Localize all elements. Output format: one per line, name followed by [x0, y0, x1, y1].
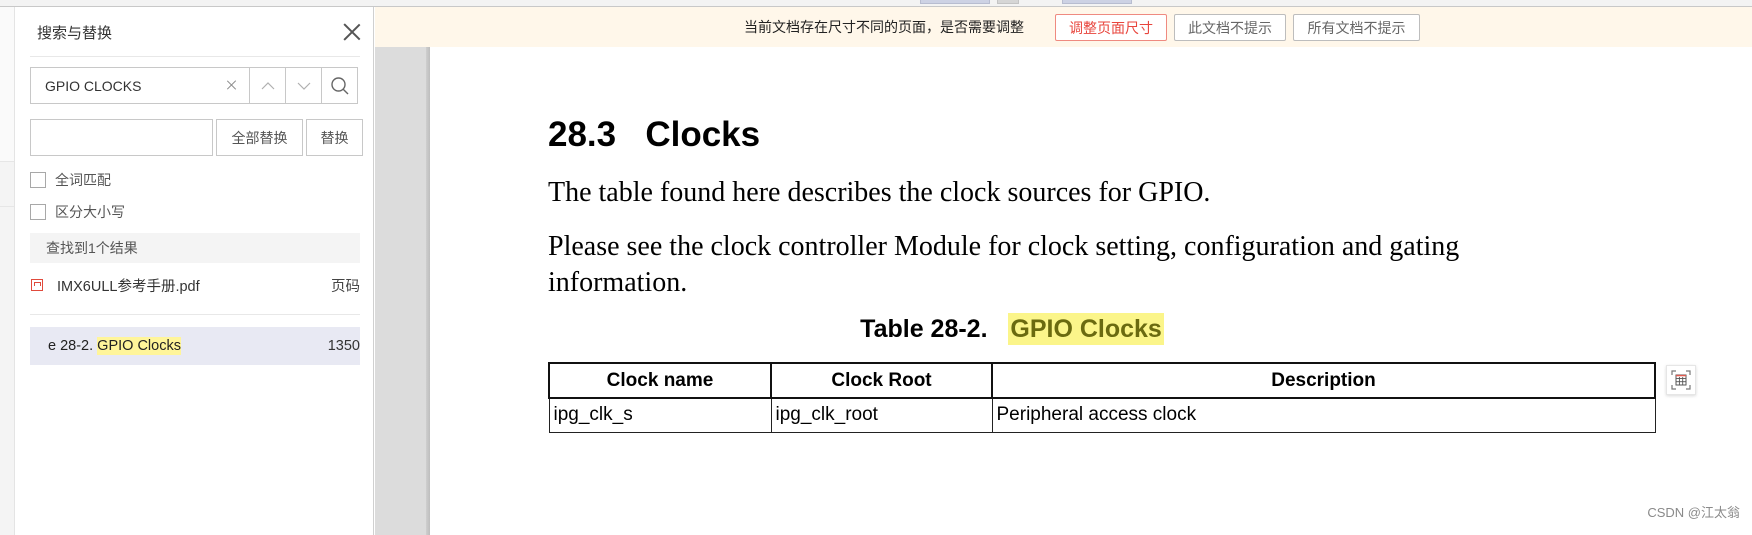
- watermark: CSDN @江太翁: [1647, 505, 1740, 520]
- search-icon: [330, 76, 348, 94]
- paragraph: Please see the clock controller Module f…: [548, 231, 1460, 298]
- search-input[interactable]: [45, 77, 215, 94]
- document-page: 28.3 Clocks The table found here describ…: [430, 47, 1752, 535]
- clear-icon[interactable]: [225, 78, 239, 92]
- table-caption-prefix: Table 28-2.: [860, 315, 988, 343]
- section-title: Clocks: [645, 115, 761, 154]
- panel-title: 搜索与替换: [37, 25, 113, 42]
- search-row: [30, 67, 358, 104]
- table-header-cell: Clock name: [548, 362, 772, 399]
- section-heading: 28.3 Clocks: [548, 115, 760, 155]
- replace-input[interactable]: [31, 120, 212, 155]
- table-icon: [1671, 370, 1691, 390]
- result-file-header: IMX6ULL参考手册.pdf 页码: [30, 273, 360, 297]
- result-context: e 28-2.: [48, 338, 98, 354]
- search-field[interactable]: [30, 67, 250, 104]
- table-extract-button[interactable]: [1666, 365, 1696, 395]
- result-summary: 查找到1个结果: [30, 233, 360, 263]
- next-result-button[interactable]: [285, 67, 322, 104]
- left-gutter: [0, 7, 15, 535]
- dont-remind-all-docs-button[interactable]: 所有文档不提示: [1293, 14, 1420, 41]
- search-replace-panel: 搜索与替换 全部替换 替换: [15, 7, 374, 535]
- table-cell: ipg_clk_root: [770, 397, 993, 433]
- whole-word-checkbox[interactable]: [30, 172, 46, 188]
- table-caption-highlight: GPIO Clocks: [1008, 313, 1164, 345]
- match-case-checkbox[interactable]: [30, 204, 46, 220]
- table-row: ipg_clk_s ipg_clk_root Peripheral access…: [548, 397, 1656, 433]
- whole-word-option[interactable]: 全词匹配: [30, 170, 111, 190]
- document-background: [375, 47, 430, 535]
- gpio-clocks-table: Clock name Clock Root Description ipg_cl…: [548, 362, 1656, 433]
- adjust-page-size-button[interactable]: 调整页面尺寸: [1055, 14, 1167, 41]
- table-header-cell: Clock Root: [770, 362, 993, 399]
- file-name: IMX6ULL参考手册.pdf: [57, 278, 200, 295]
- table-header-row: Clock name Clock Root Description: [548, 362, 1656, 399]
- chevron-up-icon: [261, 81, 274, 89]
- notice-message: 当前文档存在尺寸不同的页面，是否需要调整: [744, 19, 1024, 35]
- close-icon[interactable]: [341, 21, 363, 43]
- pdf-file-icon: [31, 279, 43, 291]
- table-cell: ipg_clk_s: [548, 397, 772, 433]
- replace-row: 全部替换 替换: [30, 119, 363, 156]
- page-column-label: 页码: [331, 278, 360, 295]
- replace-button[interactable]: 替换: [306, 119, 363, 156]
- divider: [30, 56, 360, 57]
- table-caption: Table 28-2. GPIO Clocks: [430, 313, 1752, 345]
- toolbar-strip: [0, 0, 1752, 7]
- divider: [30, 314, 360, 315]
- table-header-cell: Description: [991, 362, 1656, 399]
- search-result-item[interactable]: e 28-2. GPIO Clocks 1350: [30, 327, 360, 365]
- gutter-section: [0, 7, 14, 162]
- result-match-highlight: GPIO Clocks: [97, 337, 181, 355]
- section-number: 28.3: [548, 115, 617, 154]
- replace-all-button[interactable]: 全部替换: [216, 119, 303, 156]
- table-cell: Peripheral access clock: [991, 397, 1656, 433]
- previous-result-button[interactable]: [249, 67, 286, 104]
- whole-word-label: 全词匹配: [55, 172, 111, 188]
- toolbar-tab[interactable]: [1062, 0, 1132, 4]
- toolbar-tab[interactable]: [997, 0, 1019, 4]
- toolbar-tab[interactable]: [920, 0, 990, 4]
- dont-remind-this-doc-button[interactable]: 此文档不提示: [1174, 14, 1286, 41]
- search-button[interactable]: [321, 67, 358, 104]
- app-window: 搜索与替换 全部替换 替换: [0, 0, 1752, 535]
- page-size-notice-bar: 当前文档存在尺寸不同的页面，是否需要调整 调整页面尺寸 此文档不提示 所有文档不…: [375, 7, 1752, 47]
- match-case-option[interactable]: 区分大小写: [30, 202, 125, 222]
- match-case-label: 区分大小写: [55, 204, 125, 220]
- gutter-section: [0, 162, 14, 207]
- result-page-number: 1350: [327, 338, 360, 354]
- chevron-down-icon: [297, 82, 310, 90]
- paragraph: The table found here describes the clock…: [548, 177, 1211, 208]
- replace-field[interactable]: [30, 119, 213, 156]
